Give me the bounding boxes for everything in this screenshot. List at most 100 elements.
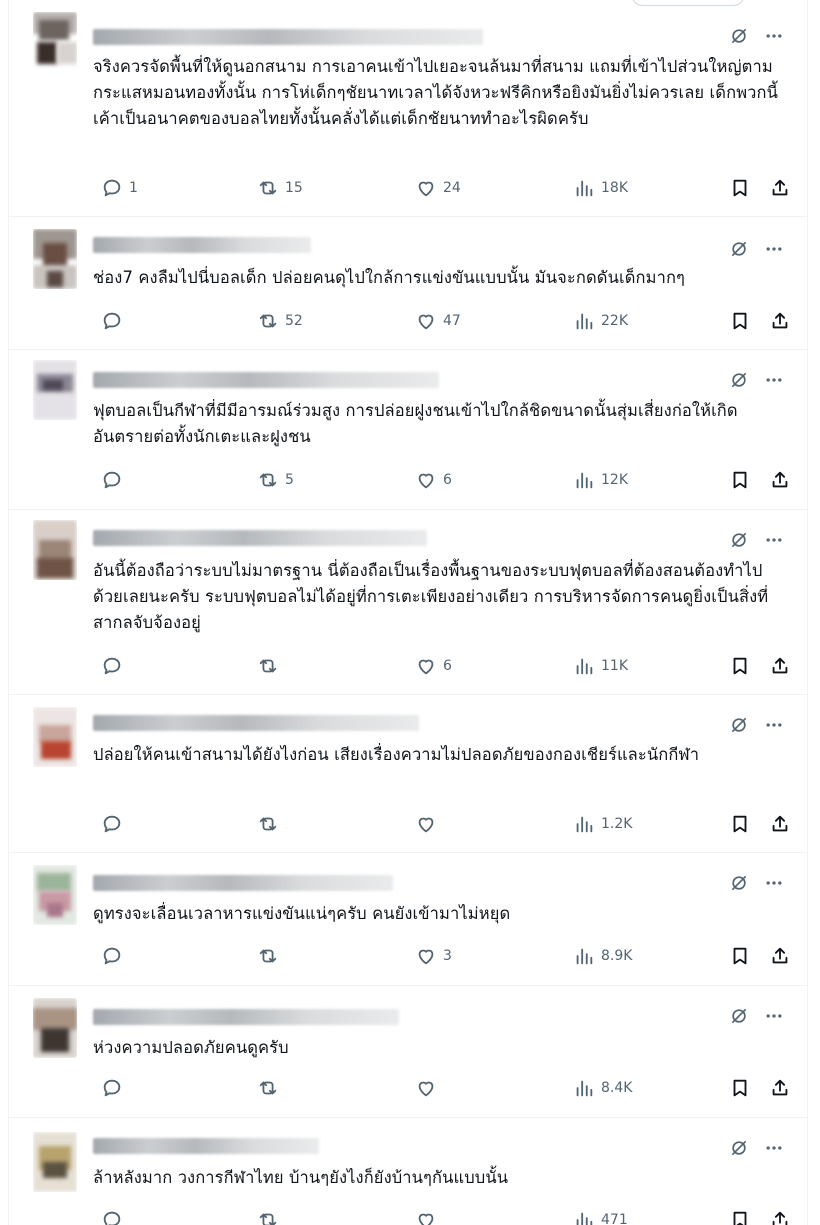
share-button[interactable] <box>769 1208 791 1225</box>
bookmark-button[interactable] <box>729 812 751 836</box>
author-name-blurred[interactable] <box>93 715 419 731</box>
author-name-blurred[interactable] <box>93 1009 399 1025</box>
avatar[interactable] <box>33 707 77 767</box>
view-count: 12K <box>601 472 628 488</box>
retweet-icon <box>259 1081 277 1095</box>
reply-button[interactable] <box>101 309 129 333</box>
bookmark-button[interactable] <box>729 1076 751 1100</box>
retweet-button[interactable] <box>257 1208 285 1225</box>
reply-item[interactable]: อันนี้ต้องถือว่าระบบไม่มาตรฐาน นี่ต้องถื… <box>9 510 807 695</box>
bookmark-icon <box>733 947 747 965</box>
like-button[interactable] <box>415 1076 443 1100</box>
author-name-blurred[interactable] <box>93 1138 319 1154</box>
more-icon[interactable] <box>763 370 785 390</box>
share-button[interactable] <box>769 309 791 333</box>
more-icon[interactable] <box>763 1138 785 1158</box>
more-icon[interactable] <box>763 530 785 550</box>
reply-item[interactable]: ดูทรงจะเลื่อนเวลาหารแข่งขันแน่ๆครับ คนยั… <box>9 853 807 986</box>
reply-button[interactable] <box>101 468 129 492</box>
reply-icon <box>103 1211 121 1225</box>
views-button[interactable]: 8.4K <box>573 1076 632 1100</box>
like-button[interactable]: 24 <box>415 176 461 200</box>
grok-icon[interactable] <box>729 715 749 735</box>
grok-icon[interactable] <box>729 26 749 46</box>
more-icon[interactable] <box>763 873 785 893</box>
retweet-icon <box>259 181 277 195</box>
share-button[interactable] <box>769 1076 791 1100</box>
views-button[interactable]: 1.2K <box>573 812 632 836</box>
grok-icon[interactable] <box>729 530 749 550</box>
reply-item[interactable]: ช่อง7 คงลืมไปนี่บอลเด็ก ปล่อยคนดุไปใกล้ก… <box>9 217 807 350</box>
bookmark-button[interactable] <box>729 1208 751 1225</box>
share-button[interactable] <box>769 176 791 200</box>
more-icon[interactable] <box>763 239 785 259</box>
reply-item[interactable]: ปล่อยให้คนเข้าสนามได้ยังไงก่อน เสียงเรื่… <box>9 695 807 853</box>
like-button[interactable]: 47 <box>415 309 461 333</box>
retweet-button[interactable] <box>257 944 285 968</box>
retweet-icon <box>259 949 277 963</box>
grok-icon[interactable] <box>729 1006 749 1026</box>
more-icon[interactable] <box>763 26 785 46</box>
reply-button[interactable] <box>101 944 129 968</box>
avatar[interactable] <box>33 12 77 72</box>
reply-item[interactable]: ฟุตบอลเป็นกีฬาที่มีมีอารมณ์ร่วมสูง การปล… <box>9 350 807 510</box>
views-button[interactable]: 8.9K <box>573 944 632 968</box>
retweet-button[interactable] <box>257 812 285 836</box>
reply-text: อันนี้ต้องถือว่าระบบไม่มาตรฐาน นี่ต้องถื… <box>93 561 769 632</box>
like-button[interactable]: 6 <box>415 654 452 678</box>
avatar[interactable] <box>33 865 77 925</box>
bookmark-button[interactable] <box>729 654 751 678</box>
views-button[interactable]: 12K <box>573 468 628 492</box>
avatar[interactable] <box>33 998 77 1058</box>
author-name-blurred[interactable] <box>93 530 427 546</box>
more-icon[interactable] <box>763 715 785 735</box>
reply-item[interactable]: จริงควรจัดพื้นที่ให้ดูนอกสนาม การเอาคนเข… <box>9 0 807 217</box>
reply-button[interactable] <box>101 654 129 678</box>
retweet-button[interactable] <box>257 1076 285 1100</box>
avatar[interactable] <box>33 360 77 420</box>
avatar[interactable] <box>33 520 77 580</box>
reply-item[interactable]: ห่วงความปลอดภัยคนดูครับ 8.4K <box>9 986 807 1118</box>
reply-item[interactable]: ล้าหลังมาก วงการกีฬาไทย บ้านๆยังไงก็ยังบ… <box>9 1118 807 1225</box>
more-icon[interactable] <box>763 1006 785 1026</box>
grok-icon[interactable] <box>729 873 749 893</box>
author-name-blurred[interactable] <box>93 875 393 891</box>
author-name-blurred[interactable] <box>93 29 483 45</box>
like-button[interactable]: 3 <box>415 944 452 968</box>
retweet-button[interactable]: 15 <box>257 176 303 200</box>
views-icon <box>576 180 593 197</box>
reply-button[interactable]: 1 <box>101 176 138 200</box>
share-button[interactable] <box>769 654 791 678</box>
views-button[interactable]: 22K <box>573 309 628 333</box>
bookmark-button[interactable] <box>729 468 751 492</box>
share-button[interactable] <box>769 468 791 492</box>
author-name-blurred[interactable] <box>93 372 439 388</box>
grok-icon[interactable] <box>729 239 749 259</box>
view-count: 8.9K <box>601 948 633 964</box>
share-button[interactable] <box>769 812 791 836</box>
views-button[interactable]: 18K <box>573 176 628 200</box>
bookmark-button[interactable] <box>729 944 751 968</box>
retweet-button[interactable]: 52 <box>257 309 303 333</box>
retweet-button[interactable] <box>257 654 285 678</box>
grok-icon[interactable] <box>729 370 749 390</box>
heart-icon <box>418 817 434 833</box>
retweet-button[interactable]: 5 <box>257 468 294 492</box>
action-bar: 471 <box>93 1208 788 1225</box>
view-count: 18K <box>601 180 628 196</box>
views-button[interactable]: 11K <box>573 654 628 678</box>
grok-icon[interactable] <box>729 1138 749 1158</box>
like-button[interactable] <box>415 812 443 836</box>
like-button[interactable] <box>415 1208 443 1225</box>
author-name-blurred[interactable] <box>93 237 311 253</box>
share-button[interactable] <box>769 944 791 968</box>
reply-button[interactable] <box>101 812 129 836</box>
like-button[interactable]: 6 <box>415 468 452 492</box>
bookmark-button[interactable] <box>729 309 751 333</box>
avatar[interactable] <box>33 1132 77 1192</box>
bookmark-button[interactable] <box>729 176 751 200</box>
views-button[interactable]: 471 <box>573 1208 628 1225</box>
reply-button[interactable] <box>101 1208 129 1225</box>
avatar[interactable] <box>33 229 77 289</box>
reply-button[interactable] <box>101 1076 129 1100</box>
